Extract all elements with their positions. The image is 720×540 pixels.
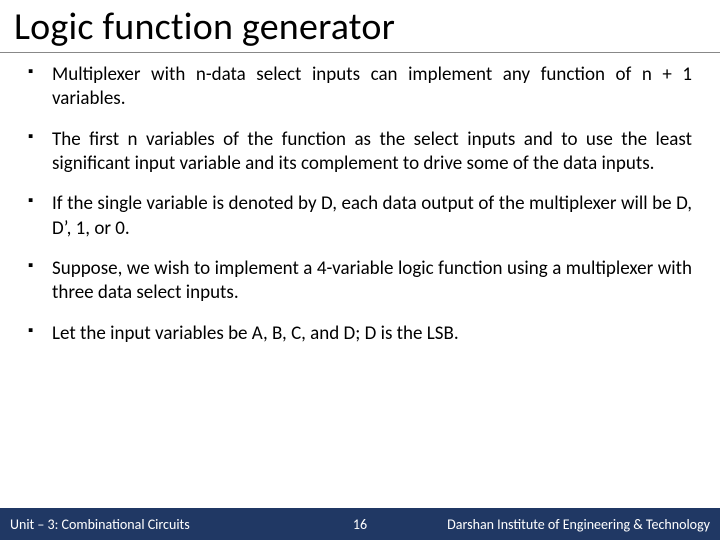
bullet-list: Multiplexer with n-data select inputs ca… bbox=[28, 63, 692, 346]
slide: Logic function generator Multiplexer wit… bbox=[0, 0, 720, 540]
slide-body: Multiplexer with n-data select inputs ca… bbox=[0, 53, 720, 540]
footer-page-number: 16 bbox=[353, 516, 367, 533]
footer-bar: Unit – 3: Combinational Circuits 16 Dars… bbox=[0, 508, 720, 540]
bullet-item: Suppose, we wish to implement a 4-variab… bbox=[28, 257, 692, 306]
slide-title: Logic function generator bbox=[0, 0, 720, 53]
footer-institute: Darshan Institute of Engineering & Techn… bbox=[447, 516, 720, 533]
bullet-item: Let the input variables be A, B, C, and … bbox=[28, 322, 692, 346]
bullet-item: Multiplexer with n-data select inputs ca… bbox=[28, 63, 692, 112]
footer-unit: Unit – 3: Combinational Circuits bbox=[0, 516, 190, 533]
bullet-item: The first n variables of the function as… bbox=[28, 128, 692, 177]
bullet-item: If the single variable is denoted by D, … bbox=[28, 192, 692, 241]
